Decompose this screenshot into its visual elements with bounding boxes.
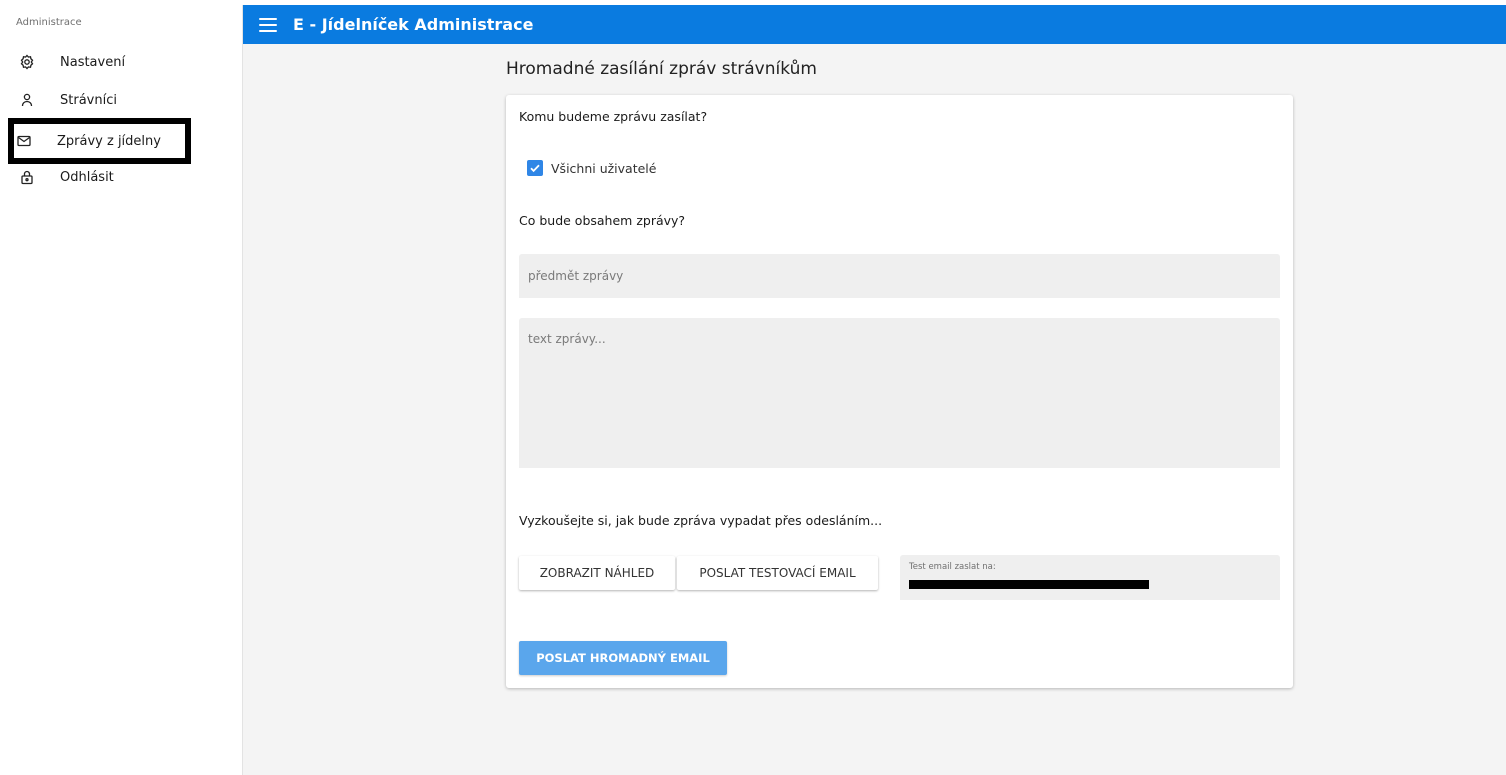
send-test-email-button[interactable]: POSLAT TESTOVACÍ EMAIL <box>677 556 878 590</box>
content-question: Co bude obsahem zprávy? <box>519 213 686 228</box>
app-title: E - Jídelníček Administrace <box>293 15 534 34</box>
sidebar: Administrace Nastavení Strávníci Zprávy … <box>5 5 243 775</box>
sidebar-item-label: Nastavení <box>60 54 126 70</box>
sidebar-item-stravnici[interactable]: Strávníci <box>11 81 183 119</box>
envelope-icon <box>15 132 33 150</box>
lock-icon <box>18 168 36 186</box>
sidebar-item-label: Strávníci <box>60 92 117 108</box>
hamburger-menu-icon[interactable] <box>259 17 277 32</box>
recipients-question: Komu budeme zprávu zasílat? <box>519 109 708 124</box>
sidebar-item-nastaveni[interactable]: Nastavení <box>11 43 183 81</box>
message-text-area[interactable] <box>519 318 1280 468</box>
send-bulk-email-button[interactable]: POSLAT HROMADNÝ EMAIL <box>519 641 727 675</box>
user-icon <box>18 91 36 109</box>
sidebar-item-label: Zprávy z jídelny <box>57 133 161 149</box>
preview-button[interactable]: ZOBRAZIT NÁHLED <box>519 556 675 590</box>
top-app-bar: E - Jídelníček Administrace <box>243 5 1506 44</box>
message-form-card: Komu budeme zprávu zasílat? Všichni uživ… <box>506 95 1293 688</box>
all-users-label: Všichni uživatelé <box>551 160 657 176</box>
page-title: Hromadné zasílání zpráv strávníkům <box>506 59 817 79</box>
redacted-email-value <box>909 580 1149 589</box>
checkmark-icon <box>530 164 540 173</box>
subject-input[interactable] <box>519 254 1280 298</box>
sidebar-item-odhlasit[interactable]: Odhlásit <box>11 158 183 196</box>
all-users-checkbox-row[interactable]: Všichni uživatelé <box>527 160 656 176</box>
all-users-checkbox[interactable] <box>527 160 543 176</box>
sidebar-item-label: Odhlásit <box>60 169 114 185</box>
main-content: Hromadné zasílání zpráv strávníkům Komu … <box>243 44 1506 775</box>
sidebar-title: Administrace <box>16 17 82 28</box>
gear-icon <box>18 53 36 71</box>
preview-hint: Vyzkoušejte si, jak bude zpráva vypadat … <box>519 513 883 528</box>
test-email-label: Test email zaslat na: <box>909 562 996 572</box>
test-email-field[interactable]: Test email zaslat na: <box>900 555 1280 600</box>
